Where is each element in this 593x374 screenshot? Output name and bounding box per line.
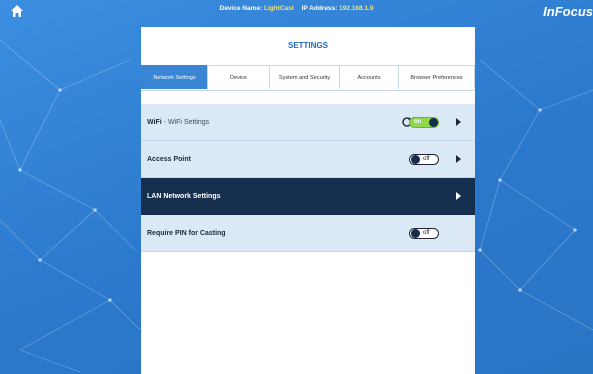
wifi-toggle-text: on <box>414 119 422 125</box>
brand-logo: InFocus <box>543 4 593 19</box>
wifi-title: WiFi <box>147 119 162 126</box>
chevron-right-icon[interactable] <box>456 192 461 200</box>
wifi-toggle[interactable]: on <box>409 117 439 128</box>
row-access-point[interactable]: Access Point off <box>141 141 475 178</box>
chevron-right-icon[interactable] <box>456 155 461 163</box>
tab-accounts[interactable]: Accounts <box>339 65 399 89</box>
access-point-label: Access Point <box>147 156 191 163</box>
access-point-toggle-text: off <box>423 156 430 162</box>
device-info: Device Name: LightCast IP Address: 192.1… <box>0 5 593 12</box>
settings-title: SETTINGS <box>287 41 328 50</box>
wifi-subtitle: - WiFi Settings <box>161 119 210 126</box>
toggle-knob <box>411 229 420 238</box>
ip-address-label: IP Address: <box>301 5 338 12</box>
row-require-pin[interactable]: Require PIN for Casting off <box>141 215 475 252</box>
require-pin-toggle-text: off <box>423 230 430 236</box>
device-name-label: Device Name: <box>219 5 263 12</box>
row-wifi[interactable]: WiFi - WiFi Settings on <box>141 104 475 141</box>
row-lan-network-settings[interactable]: LAN Network Settings <box>141 178 475 215</box>
tab-network-settings[interactable]: Network Settings <box>141 65 208 89</box>
top-bar: Device Name: LightCast IP Address: 192.1… <box>0 0 593 22</box>
toggle-knob <box>429 118 438 127</box>
lan-network-settings-label: LAN Network Settings <box>147 193 221 200</box>
chevron-right-icon[interactable] <box>456 118 461 126</box>
access-point-toggle[interactable]: off <box>409 154 439 165</box>
settings-tabs: Network Settings Device System and Secur… <box>141 65 475 91</box>
tab-device[interactable]: Device <box>207 65 270 89</box>
wifi-label: WiFi - WiFi Settings <box>147 104 209 141</box>
tab-browser-preferences[interactable]: Browser Preferences <box>398 65 475 89</box>
require-pin-toggle[interactable]: off <box>409 228 439 239</box>
toggle-knob <box>411 155 420 164</box>
tab-system-and-security[interactable]: System and Security <box>269 65 340 89</box>
settings-panel: SETTINGS Network Settings Device System … <box>141 27 475 374</box>
ip-address-value: 192.168.1.9 <box>339 5 374 12</box>
device-name-value: LightCast <box>263 5 294 12</box>
require-pin-label: Require PIN for Casting <box>147 230 226 237</box>
settings-rows: WiFi - WiFi Settings on Access Point off… <box>141 104 475 252</box>
